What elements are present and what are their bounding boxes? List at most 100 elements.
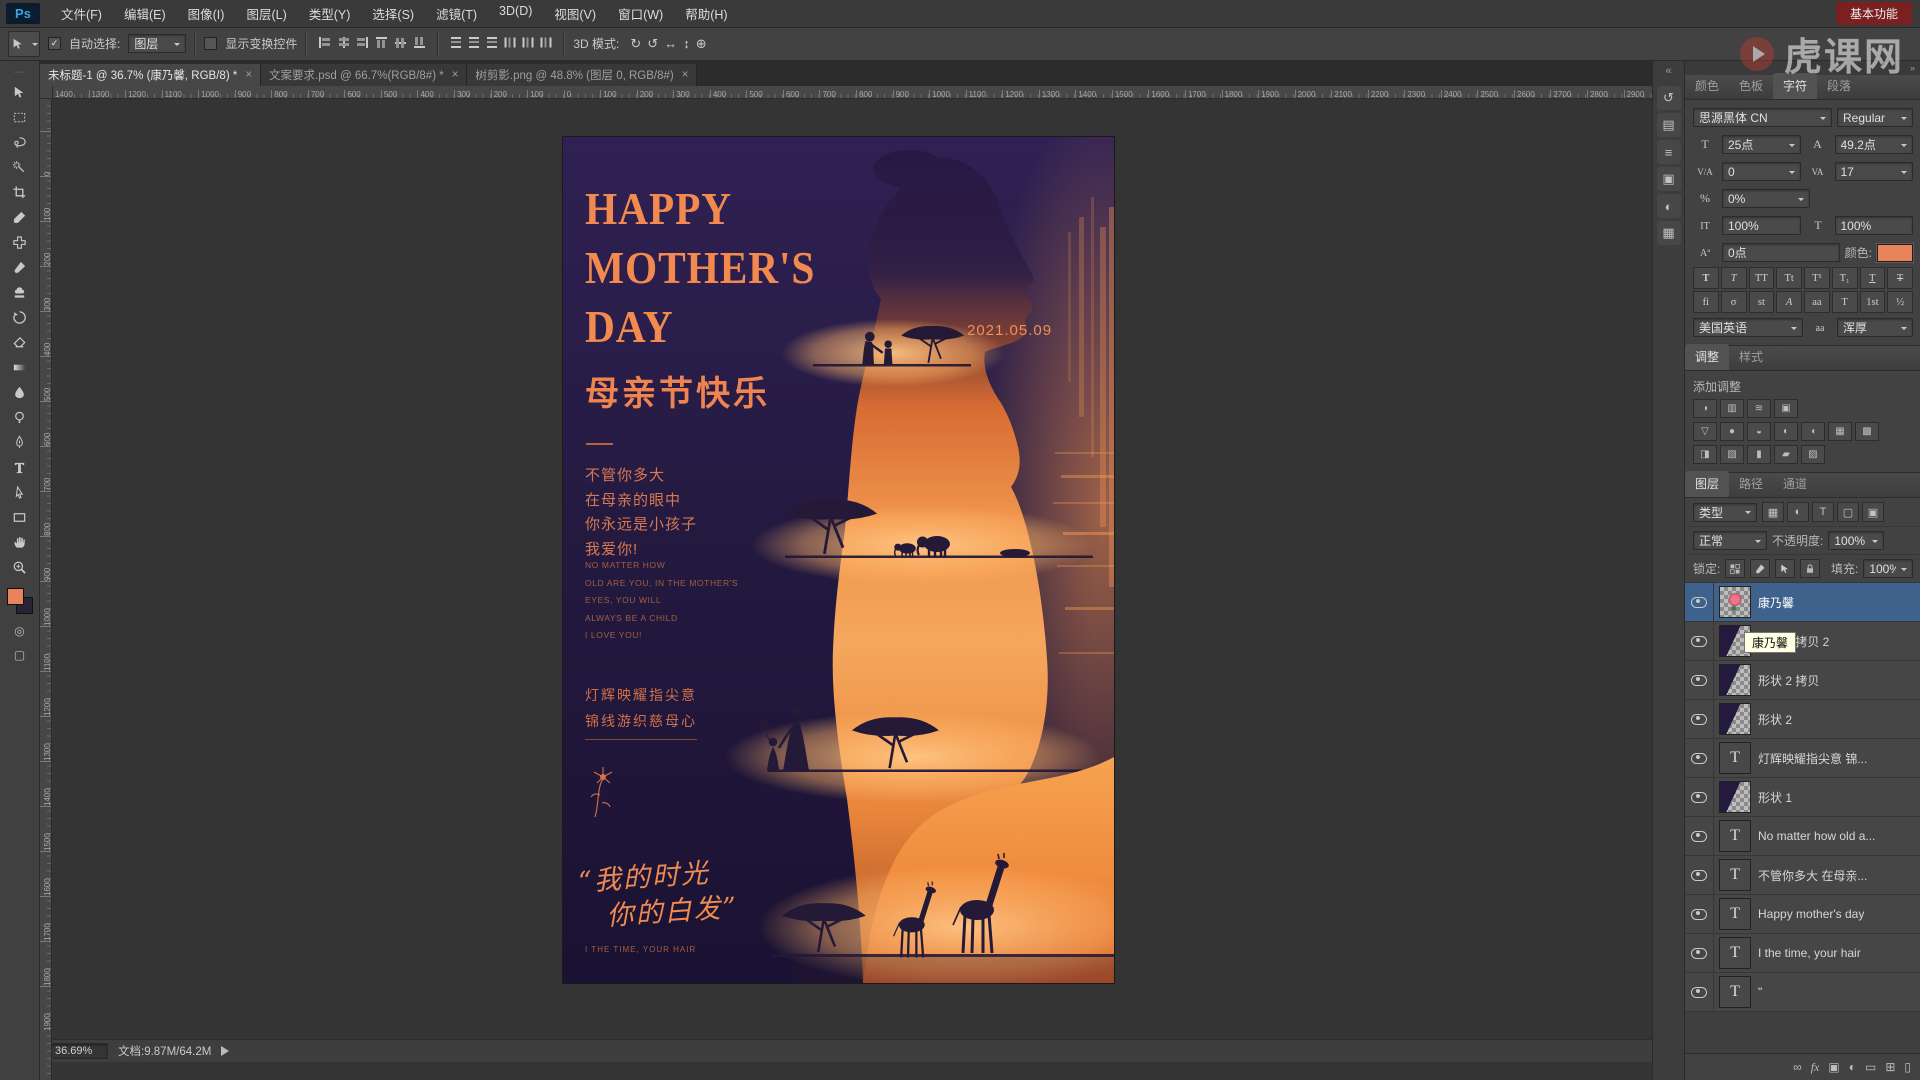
antialias-select[interactable]: 浑厚 bbox=[1837, 318, 1913, 337]
selective-color-icon[interactable]: ▨ bbox=[1801, 445, 1825, 464]
align-left-icon[interactable] bbox=[317, 36, 332, 49]
color-lookup-icon[interactable]: ▩ bbox=[1855, 422, 1879, 441]
vertical-scale-field[interactable]: 100% bbox=[1722, 216, 1801, 235]
faux-bold-icon[interactable]: T bbox=[1693, 267, 1719, 289]
distribute-center-v-icon[interactable] bbox=[467, 35, 482, 49]
posterize-icon[interactable]: ▧ bbox=[1720, 445, 1744, 464]
layer-visibility-toggle[interactable] bbox=[1685, 778, 1714, 816]
menu-item[interactable]: 帮助(H) bbox=[674, 0, 738, 27]
baseline-shift-field[interactable]: 0点 bbox=[1722, 243, 1840, 262]
panel-tab[interactable]: 样式 bbox=[1729, 344, 1773, 370]
layer-row[interactable]: " bbox=[1685, 973, 1920, 1012]
link-layers-icon[interactable]: ∞ bbox=[1793, 1060, 1802, 1074]
photo-filter-icon[interactable]: ◖ bbox=[1801, 422, 1825, 441]
layer-thumbnail[interactable] bbox=[1719, 664, 1751, 696]
panel-tab[interactable]: 通道 bbox=[1773, 471, 1817, 497]
show-transform-checkbox[interactable] bbox=[204, 37, 218, 50]
ruler-origin-corner[interactable] bbox=[40, 86, 53, 99]
smart-object-filter-icon[interactable]: ▣ bbox=[1862, 502, 1884, 522]
pen-tool[interactable] bbox=[6, 430, 34, 455]
opacity-field[interactable]: 100% bbox=[1828, 531, 1885, 550]
invert-icon[interactable]: ◨ bbox=[1693, 445, 1717, 464]
language-select[interactable]: 美国英语 bbox=[1693, 318, 1803, 337]
text-color-swatch[interactable] bbox=[1877, 243, 1913, 262]
layer-thumbnail[interactable] bbox=[1719, 742, 1751, 774]
layer-thumbnail[interactable] bbox=[1719, 937, 1751, 969]
layer-filter-type-select[interactable]: 类型 bbox=[1693, 502, 1757, 522]
layer-visibility-toggle[interactable] bbox=[1685, 817, 1714, 855]
layer-visibility-toggle[interactable] bbox=[1685, 700, 1714, 738]
3d-roll-icon[interactable]: ↺ bbox=[644, 36, 661, 51]
3d-scale-icon[interactable]: ⊕ bbox=[693, 36, 710, 51]
panel-tab[interactable]: 颜色 bbox=[1685, 73, 1729, 99]
superscript-icon[interactable]: T¹ bbox=[1804, 267, 1830, 289]
fractions-icon[interactable]: ½ bbox=[1887, 291, 1913, 313]
layer-row[interactable]: 形状 2 拷贝 2 bbox=[1685, 622, 1920, 661]
shape-tool[interactable] bbox=[6, 505, 34, 530]
blend-mode-select[interactable]: 正常 bbox=[1693, 531, 1767, 550]
panel-tab[interactable]: 色板 bbox=[1729, 73, 1773, 99]
lock-position-icon[interactable] bbox=[1775, 559, 1796, 578]
leading-select[interactable]: 49.2点 bbox=[1834, 135, 1913, 154]
levels-icon[interactable]: ▥ bbox=[1720, 399, 1744, 418]
zoom-tool[interactable] bbox=[6, 555, 34, 580]
layer-visibility-toggle[interactable] bbox=[1685, 622, 1714, 660]
exposure-icon[interactable]: ▣ bbox=[1774, 399, 1798, 418]
screen-mode-icon[interactable]: ▢ bbox=[14, 648, 25, 662]
layer-thumbnail[interactable] bbox=[1719, 820, 1751, 852]
small-caps-icon[interactable]: Tt bbox=[1776, 267, 1802, 289]
pixel-layer-filter-icon[interactable]: ▦ bbox=[1762, 502, 1784, 522]
layer-visibility-toggle[interactable] bbox=[1685, 934, 1714, 972]
clone-stamp-tool[interactable] bbox=[6, 280, 34, 305]
new-group-icon[interactable]: ▭ bbox=[1865, 1060, 1876, 1074]
layer-visibility-toggle[interactable] bbox=[1685, 739, 1714, 777]
tracking-select[interactable]: 17 bbox=[1834, 162, 1913, 181]
lock-image-pixels-icon[interactable] bbox=[1750, 559, 1771, 578]
quick-selection-tool[interactable] bbox=[6, 155, 34, 180]
horizontal-scale-field[interactable]: 100% bbox=[1834, 216, 1913, 235]
close-tab-icon[interactable] bbox=[452, 69, 459, 81]
layer-row[interactable]: 形状 2 拷贝 bbox=[1685, 661, 1920, 700]
channel-mixer-icon[interactable]: ▦ bbox=[1828, 422, 1852, 441]
collapse-panels-icon[interactable]: » bbox=[1910, 63, 1915, 73]
document-tab[interactable]: 文案要求.psd @ 66.7%(RGB/8#) * bbox=[261, 64, 468, 86]
toolbar-grip[interactable]: ⋯ bbox=[15, 67, 25, 78]
align-top-icon[interactable] bbox=[375, 35, 388, 50]
layer-thumbnail[interactable] bbox=[1719, 976, 1751, 1008]
eyedropper-tool[interactable] bbox=[6, 205, 34, 230]
underline-icon[interactable]: T bbox=[1859, 267, 1886, 289]
layer-thumbnail[interactable] bbox=[1719, 898, 1751, 930]
layer-mask-icon[interactable]: ▣ bbox=[1828, 1060, 1839, 1074]
close-tab-icon[interactable] bbox=[682, 69, 689, 81]
panel-tab[interactable]: 段落 bbox=[1817, 73, 1861, 99]
layer-row[interactable]: 不管你多大 在母亲... bbox=[1685, 856, 1920, 895]
font-family-select[interactable]: 思源黑体 CN bbox=[1693, 108, 1832, 127]
font-size-select[interactable]: 25点 bbox=[1722, 135, 1801, 154]
gradient-tool[interactable] bbox=[6, 355, 34, 380]
distribute-left-icon[interactable] bbox=[503, 35, 517, 49]
panel-tab[interactable]: 图层 bbox=[1685, 471, 1730, 497]
menu-item[interactable]: 选择(S) bbox=[361, 0, 425, 27]
zoom-level-field[interactable]: 36.69% bbox=[48, 1043, 108, 1059]
horizontal-ruler[interactable]: 1400 1300 1200 1100 1000 900 800 700 600 500 400 30… bbox=[52, 86, 1652, 99]
align-bottom-icon[interactable] bbox=[413, 35, 426, 50]
panel-tab[interactable]: 字符 bbox=[1773, 73, 1818, 99]
eraser-tool[interactable] bbox=[6, 330, 34, 355]
move-tool[interactable] bbox=[6, 80, 34, 105]
document-tab[interactable]: 未标题-1 @ 36.7% (康乃馨, RGB/8) * bbox=[40, 64, 262, 86]
status-options-arrow-icon[interactable] bbox=[221, 1046, 234, 1056]
brush-tool[interactable] bbox=[6, 255, 34, 280]
actions-panel-icon[interactable]: ▣ bbox=[1656, 167, 1681, 191]
info-panel-icon[interactable]: ≡ bbox=[1656, 140, 1681, 164]
menu-item[interactable]: 编辑(E) bbox=[113, 0, 177, 27]
panel-tab[interactable]: 路径 bbox=[1729, 471, 1773, 497]
layer-visibility-toggle[interactable] bbox=[1685, 583, 1714, 621]
discretionary-ligatures-icon[interactable]: st bbox=[1748, 291, 1775, 313]
layer-row[interactable]: Happy mother's day bbox=[1685, 895, 1920, 934]
lock-all-icon[interactable] bbox=[1800, 559, 1820, 578]
document-tab[interactable]: 树剪影.png @ 48.8% (图层 0, RGB/8#) bbox=[467, 64, 698, 86]
history-brush-tool[interactable] bbox=[6, 305, 34, 330]
vibrance-icon[interactable]: ▽ bbox=[1693, 422, 1717, 441]
all-caps-icon[interactable]: TT bbox=[1748, 267, 1775, 289]
layer-visibility-toggle[interactable] bbox=[1685, 661, 1714, 699]
